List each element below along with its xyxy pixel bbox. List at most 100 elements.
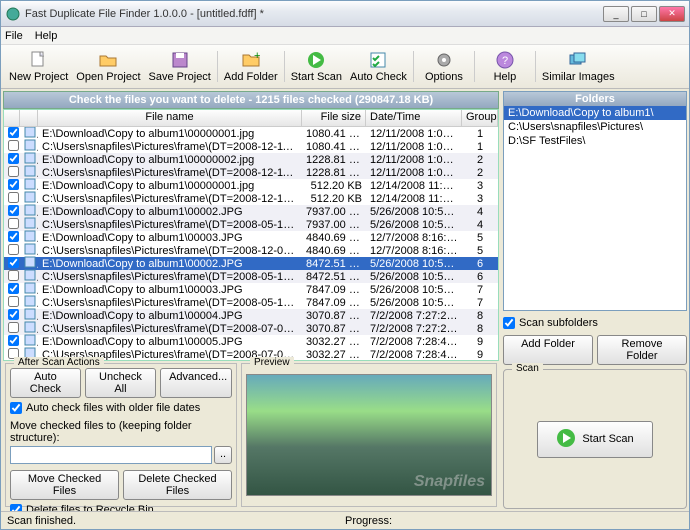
row-checkbox[interactable] [8, 244, 19, 255]
file-icon [24, 178, 36, 190]
menu-file[interactable]: File [5, 30, 23, 42]
scan-subfolders-checkbox[interactable]: Scan subfolders [503, 317, 687, 329]
row-checkbox[interactable] [8, 153, 19, 164]
col-datetime[interactable]: Date/Time [366, 110, 462, 126]
folder-plus-icon: + [241, 50, 261, 70]
table-row[interactable]: C:\Users\snapfiles\Pictures\frame\(DT=20… [4, 218, 498, 231]
table-row[interactable]: E:\Download\Copy to album1\00002.JPG8472… [4, 257, 498, 270]
start-scan-button[interactable]: Start Scan [287, 47, 346, 86]
table-row[interactable]: E:\Download\Copy to album1\00003.JPG4840… [4, 231, 498, 244]
cell-group: 8 [462, 310, 498, 322]
row-checkbox[interactable] [8, 218, 19, 229]
move-checked-btn[interactable]: Move Checked Files [10, 470, 119, 500]
col-filesize[interactable]: File size [302, 110, 366, 126]
row-checkbox[interactable] [8, 309, 19, 320]
browse-button[interactable]: .. [214, 446, 232, 464]
row-checkbox[interactable] [8, 192, 19, 203]
cell-datetime: 5/26/2008 10:50:16 [366, 219, 462, 231]
row-checkbox[interactable] [8, 270, 19, 281]
table-row[interactable]: C:\Users\snapfiles\Pictures\frame\(DT=20… [4, 140, 498, 153]
table-row[interactable]: E:\Download\Copy to album1\00005.JPG3032… [4, 335, 498, 348]
file-icon [24, 217, 36, 229]
uncheck-all-btn[interactable]: Uncheck All [85, 368, 156, 398]
row-checkbox[interactable] [8, 179, 19, 190]
folder-item[interactable]: E:\Download\Copy to album1\ [504, 106, 686, 120]
row-checkbox[interactable] [8, 322, 19, 333]
cell-datetime: 12/7/2008 8:16:56 PM [366, 245, 462, 257]
help-button[interactable]: ?Help [477, 47, 533, 86]
svg-text:?: ? [502, 55, 508, 67]
options-button[interactable]: Options [416, 47, 472, 86]
cell-datetime: 12/7/2008 8:16:56 PM [366, 232, 462, 244]
table-row[interactable]: E:\Download\Copy to album1\00000001.jpg5… [4, 179, 498, 192]
new-project-button[interactable]: New Project [5, 47, 72, 86]
table-row[interactable]: E:\Download\Copy to album1\00002.JPG7937… [4, 205, 498, 218]
cell-datetime: 12/11/2008 1:08:22 [366, 167, 462, 179]
cell-filename: C:\Users\snapfiles\Pictures\frame\(DT=20… [38, 323, 302, 335]
file-icon [24, 139, 36, 151]
move-path-input[interactable] [10, 446, 212, 464]
folder-item[interactable]: C:\Users\snapfiles\Pictures\ [504, 120, 686, 134]
row-checkbox[interactable] [8, 140, 19, 151]
move-label: Move checked files to (keeping folder st… [10, 420, 232, 444]
row-checkbox[interactable] [8, 231, 19, 242]
cell-filename: C:\Users\snapfiles\Pictures\frame\(DT=20… [38, 245, 302, 257]
results-grid[interactable]: File name File size Date/Time Group E:\D… [3, 109, 499, 361]
cell-datetime: 12/11/2008 1:08:22 [366, 154, 462, 166]
open-project-button[interactable]: Open Project [72, 47, 144, 86]
maximize-button[interactable]: □ [631, 6, 657, 22]
cell-group: 1 [462, 128, 498, 140]
file-icon [24, 334, 36, 346]
row-checkbox[interactable] [8, 335, 19, 346]
start-scan-big-button[interactable]: Start Scan [537, 421, 652, 458]
file-icon [24, 152, 36, 164]
cell-group: 7 [462, 284, 498, 296]
remove-folder-btn[interactable]: Remove Folder [597, 335, 687, 365]
table-row[interactable]: C:\Users\snapfiles\Pictures\frame\(DT=20… [4, 322, 498, 335]
toolbar: New Project Open Project Save Project +A… [1, 45, 689, 89]
similar-images-button[interactable]: Similar Images [538, 47, 619, 86]
cell-group: 2 [462, 154, 498, 166]
save-project-button[interactable]: Save Project [145, 47, 215, 86]
row-checkbox[interactable] [8, 205, 19, 216]
row-checkbox[interactable] [8, 257, 19, 268]
row-checkbox[interactable] [8, 283, 19, 294]
cell-filename: E:\Download\Copy to album1\00005.JPG [38, 336, 302, 348]
table-row[interactable]: C:\Users\snapfiles\Pictures\frame\(DT=20… [4, 192, 498, 205]
file-icon [24, 282, 36, 294]
minimize-button[interactable]: _ [603, 6, 629, 22]
table-row[interactable]: E:\Download\Copy to album1\00000002.jpg1… [4, 153, 498, 166]
table-row[interactable]: C:\Users\snapfiles\Pictures\frame\(DT=20… [4, 244, 498, 257]
cell-group: 4 [462, 206, 498, 218]
delete-checked-btn[interactable]: Delete Checked Files [123, 470, 232, 500]
auto-older-checkbox[interactable]: Auto check files with older file dates [10, 402, 232, 414]
add-folder-btn[interactable]: Add Folder [503, 335, 593, 365]
row-checkbox[interactable] [8, 127, 19, 138]
col-group[interactable]: Group [462, 110, 498, 126]
file-icon [24, 165, 36, 177]
col-filename[interactable]: File name [38, 110, 302, 126]
cell-filename: C:\Users\snapfiles\Pictures\frame\(DT=20… [38, 271, 302, 283]
folder-item[interactable]: D:\SF TestFiles\ [504, 134, 686, 148]
cell-size: 8472.51 KB [302, 271, 366, 283]
table-row[interactable]: E:\Download\Copy to album1\00003.JPG7847… [4, 283, 498, 296]
cell-datetime: 5/26/2008 10:50:02 [366, 284, 462, 296]
after-scan-panel: After Scan Actions Auto Check Uncheck Al… [5, 363, 237, 507]
close-button[interactable]: ✕ [659, 6, 685, 22]
cell-datetime: 5/26/2008 10:50:16 [366, 206, 462, 218]
cell-group: 5 [462, 245, 498, 257]
table-row[interactable]: E:\Download\Copy to album1\00000001.jpg1… [4, 127, 498, 140]
cell-datetime: 12/11/2008 1:03:54 [366, 128, 462, 140]
table-row[interactable]: C:\Users\snapfiles\Pictures\frame\(DT=20… [4, 296, 498, 309]
auto-check-btn[interactable]: Auto Check [10, 368, 81, 398]
advanced-btn[interactable]: Advanced... [160, 368, 232, 398]
recycle-checkbox[interactable]: Delete files to Recycle Bin [10, 504, 232, 511]
table-row[interactable]: C:\Users\snapfiles\Pictures\frame\(DT=20… [4, 270, 498, 283]
table-row[interactable]: C:\Users\snapfiles\Pictures\frame\(DT=20… [4, 166, 498, 179]
menu-help[interactable]: Help [35, 30, 58, 42]
row-checkbox[interactable] [8, 166, 19, 177]
row-checkbox[interactable] [8, 296, 19, 307]
auto-check-button[interactable]: Auto Check [346, 47, 411, 86]
table-row[interactable]: E:\Download\Copy to album1\00004.JPG3070… [4, 309, 498, 322]
add-folder-button[interactable]: +Add Folder [220, 47, 282, 86]
